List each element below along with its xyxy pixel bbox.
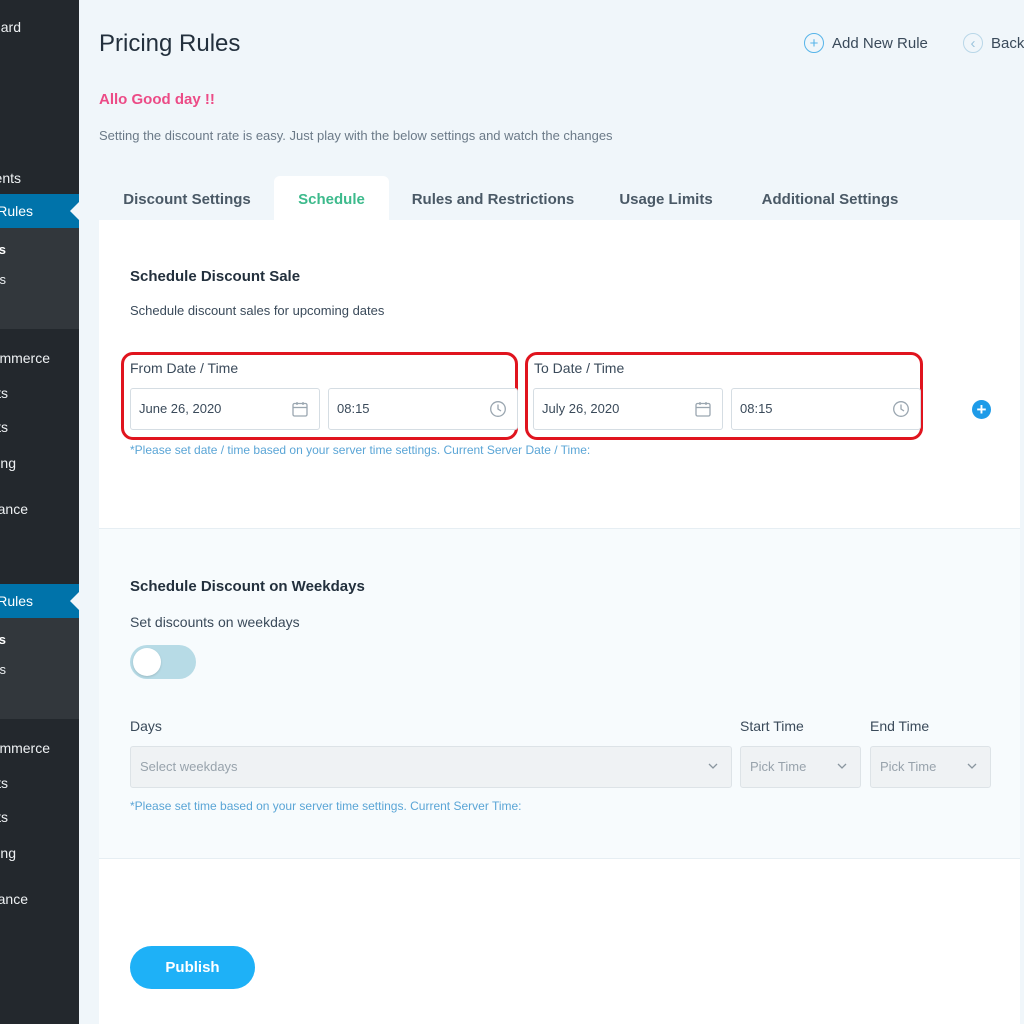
from-time-input[interactable]: 08:15 [328, 388, 518, 430]
weekdays-toggle-label: Set discounts on weekdays [130, 614, 300, 630]
add-new-rule-label: Add New Rule [832, 34, 928, 52]
sidebar-submenu: s s [0, 228, 79, 329]
tab-discount-settings[interactable]: Discount Settings [102, 176, 272, 222]
sidebar-item-marketing-2[interactable]: ing [0, 836, 79, 870]
sidebar-item-analytics-2[interactable]: ts [0, 800, 79, 834]
sidebar-item-label: ts [0, 775, 8, 791]
clock-icon [490, 401, 506, 417]
sidebar-item-marketing[interactable]: ing [0, 446, 79, 480]
sidebar-subitem-label: s [0, 632, 6, 647]
server-time-hint: *Please set time based on your server ti… [130, 799, 522, 813]
sidebar-subitem-label: s [0, 272, 6, 287]
weekdays-placeholder: Select weekdays [140, 759, 238, 774]
from-date-value: June 26, 2020 [139, 401, 222, 416]
sidebar-item-label: Rules [0, 203, 33, 219]
from-time-value: 08:15 [337, 401, 370, 416]
sidebar-item-woocommerce-2[interactable]: mmerce [0, 731, 79, 765]
weekdays-title: Schedule Discount on Weekdays [130, 578, 365, 595]
tab-usage-limits[interactable]: Usage Limits [604, 176, 728, 222]
sidebar-subitem[interactable]: s [0, 268, 79, 292]
toggle-knob [133, 648, 161, 676]
weekdays-toggle[interactable] [130, 645, 196, 679]
schedule-sale-title: Schedule Discount Sale [130, 268, 301, 285]
tab-additional-settings[interactable]: Additional Settings [746, 176, 914, 222]
sidebar-item-label: ing [0, 845, 16, 861]
sidebar-item-label: ts [0, 385, 8, 401]
to-date-value: July 26, 2020 [542, 401, 620, 416]
sidebar-item-products[interactable]: ts [0, 376, 79, 410]
start-time-placeholder: Pick Time [750, 759, 807, 774]
page-title: Pricing Rules [99, 30, 241, 57]
to-time-value: 08:15 [740, 401, 773, 416]
sidebar-subitem[interactable]: s [0, 658, 79, 682]
from-date-input[interactable]: June 26, 2020 [130, 388, 320, 430]
chevron-down-icon [837, 763, 847, 769]
start-time-select[interactable]: Pick Time [740, 746, 861, 788]
sidebar-subitem[interactable]: s [0, 628, 79, 652]
sidebar-item-appearance[interactable]: ance [0, 492, 79, 526]
sidebar-item-label: mmerce [0, 350, 50, 366]
sidebar-subitem[interactable]: s [0, 238, 79, 262]
back-label: Back [991, 34, 1024, 52]
to-time-input[interactable]: 08:15 [731, 388, 921, 430]
end-time-placeholder: Pick Time [880, 759, 937, 774]
to-date-input[interactable]: July 26, 2020 [533, 388, 723, 430]
sidebar-item-label: ance [0, 501, 28, 517]
sidebar-item-label: ents [0, 170, 21, 186]
sidebar-item-payments[interactable]: ents [0, 161, 79, 195]
back-button[interactable]: ‹ Back [963, 33, 1024, 53]
start-time-label: Start Time [740, 718, 804, 734]
chevron-left-circle-icon: ‹ [963, 33, 983, 53]
chevron-down-icon [708, 763, 718, 769]
tab-schedule[interactable]: Schedule [274, 176, 389, 222]
sidebar-item-products-2[interactable]: ts [0, 766, 79, 800]
sidebar-item-label: ts [0, 809, 8, 825]
days-label: Days [130, 718, 162, 734]
end-time-select[interactable]: Pick Time [870, 746, 991, 788]
weekdays-select[interactable]: Select weekdays [130, 746, 732, 788]
sidebar-item-label: ing [0, 455, 16, 471]
end-time-label: End Time [870, 718, 930, 734]
sidebar-item-pricing-rules[interactable]: Rules [0, 194, 79, 228]
greeting-text: Allo Good day !! [99, 91, 215, 108]
plus-circle-icon: + [804, 33, 824, 53]
sidebar-item-woocommerce[interactable]: mmerce [0, 341, 79, 375]
schedule-sale-description: Schedule discount sales for upcoming dat… [130, 303, 385, 318]
to-date-label: To Date / Time [534, 360, 625, 376]
sidebar-subitem-label: s [0, 662, 6, 677]
sidebar-item-appearance-2[interactable]: ance [0, 882, 79, 916]
sidebar-item-analytics[interactable]: ts [0, 410, 79, 444]
add-schedule-plus-icon[interactable]: + [972, 400, 991, 419]
calendar-icon [695, 402, 711, 417]
sidebar-submenu: s s [0, 618, 79, 719]
intro-text: Setting the discount rate is easy. Just … [99, 128, 613, 143]
clock-icon [893, 401, 909, 417]
sidebar-item-label: Rules [0, 593, 33, 609]
sidebar-item-label: ard [0, 19, 21, 35]
sidebar-item-label: ance [0, 891, 28, 907]
sidebar-item-dashboard[interactable]: ard [0, 10, 79, 44]
from-date-label: From Date / Time [130, 360, 239, 376]
admin-sidebar: ard ents Rules s s mmerce ts ts ing ance… [0, 0, 79, 1024]
sidebar-item-label: ts [0, 419, 8, 435]
publish-button[interactable]: Publish [130, 946, 255, 989]
add-new-rule-button[interactable]: + Add New Rule [804, 33, 928, 53]
sidebar-subitem-label: s [0, 242, 6, 257]
tab-rules-and-restrictions[interactable]: Rules and Restrictions [398, 176, 588, 222]
server-date-hint: *Please set date / time based on your se… [130, 443, 591, 457]
sidebar-item-label: mmerce [0, 740, 50, 756]
chevron-down-icon [967, 763, 977, 769]
sidebar-item-pricing-rules-2[interactable]: Rules [0, 584, 79, 618]
publish-panel [99, 858, 1020, 1024]
calendar-icon [292, 402, 308, 417]
